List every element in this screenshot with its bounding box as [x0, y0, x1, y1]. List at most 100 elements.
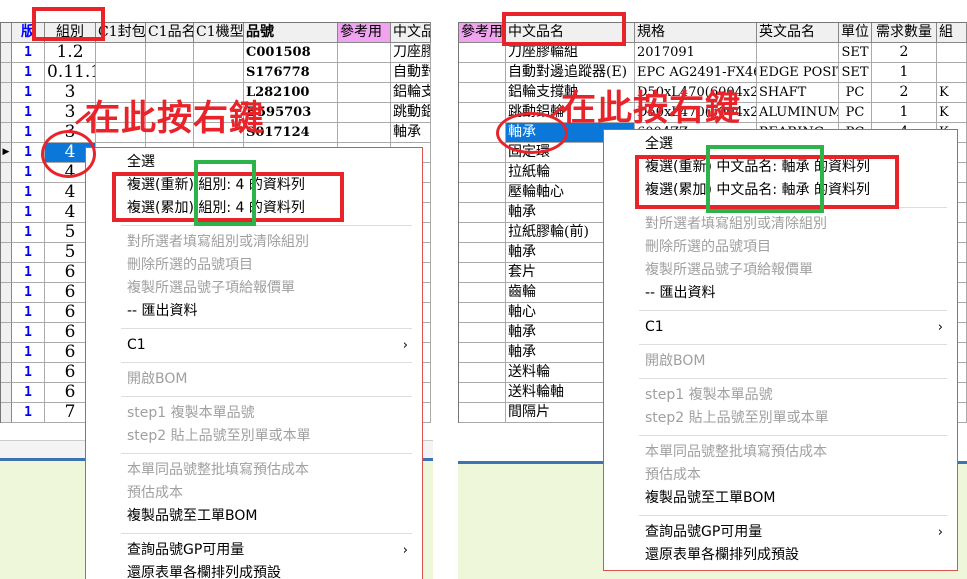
- menu-item-label: 刪除所選的品號項目: [645, 239, 771, 255]
- menu-item-label: step2 貼上品號至別單或本單: [645, 410, 829, 426]
- column-header[interactable]: 參考用: [338, 23, 391, 43]
- menu-item-label: 預估成本: [645, 467, 701, 483]
- menu-item-label: step2 貼上品號至別單或本單: [127, 428, 311, 444]
- row-selector[interactable]: [1, 303, 12, 323]
- version-cell: 1: [12, 323, 45, 343]
- menu-item: step2 貼上品號至別單或本單: [86, 425, 422, 448]
- column-header[interactable]: C1機型: [194, 23, 244, 43]
- row-header-corner: [1, 23, 12, 43]
- menu-separator: [639, 435, 947, 436]
- row-selector[interactable]: [1, 243, 12, 263]
- menu-item[interactable]: -- 匯出資料: [604, 282, 957, 305]
- menu-item[interactable]: C1 ›: [604, 316, 957, 339]
- column-header[interactable]: 英文品名: [757, 23, 839, 43]
- menu-item[interactable]: 複製品號至工單BOM: [604, 487, 957, 510]
- column-header[interactable]: 中文品: [391, 23, 431, 43]
- column-header[interactable]: 參考用: [459, 23, 506, 43]
- row-selector[interactable]: [1, 83, 12, 103]
- reference-cell: [459, 283, 506, 303]
- version-cell: 1: [12, 163, 45, 183]
- menu-separator: [121, 225, 412, 226]
- menu-item[interactable]: -- 匯出資料: [86, 300, 422, 323]
- reference-cell: [459, 343, 506, 363]
- version-cell: 1: [12, 183, 45, 203]
- highlight-box-cn-name-value: [706, 145, 824, 213]
- menu-item[interactable]: 還原表單各欄排列成預設: [604, 544, 957, 567]
- current-row-pointer-icon[interactable]: ▶: [1, 143, 12, 163]
- table-row[interactable]: 1 1.2 C001508 刀座膠: [1, 43, 431, 63]
- menu-item-label: step1 複製本單品號: [127, 405, 255, 421]
- menu-item: 本單同品號整批填寫預估成本: [86, 459, 422, 482]
- reference-cell: [459, 323, 506, 343]
- reference-cell: [459, 103, 506, 123]
- menu-item-label: 本單同品號整批填寫預估成本: [645, 444, 827, 460]
- row-selector[interactable]: [1, 163, 12, 183]
- menu-item[interactable]: C1 ›: [86, 334, 422, 357]
- row-selector[interactable]: [1, 403, 12, 423]
- highlight-box-group-value: [194, 160, 256, 226]
- english-name-cell: [757, 43, 839, 63]
- column-header[interactable]: 品號: [244, 23, 338, 43]
- c1-package-cell: [96, 63, 146, 83]
- column-header[interactable]: 需求數量: [872, 23, 937, 43]
- menu-item-label: 刪除所選的品號項目: [127, 257, 253, 273]
- menu-item: 刪除所選的品號項目: [86, 254, 422, 277]
- row-selector[interactable]: [1, 103, 12, 123]
- menu-separator: [639, 310, 947, 311]
- column-header[interactable]: 規格: [635, 23, 757, 43]
- table-row[interactable]: 10.11.12 S176778 自動對: [1, 63, 431, 83]
- row-selector[interactable]: [1, 203, 12, 223]
- version-cell: 1: [12, 403, 45, 423]
- group-cell[interactable]: 1.2: [45, 43, 96, 63]
- row-selector[interactable]: [1, 123, 12, 143]
- menu-item[interactable]: 查詢品號GP可用量 ›: [86, 539, 422, 562]
- version-cell: 1: [12, 63, 45, 83]
- c1-model-cell: [194, 63, 244, 83]
- row-selector[interactable]: [1, 183, 12, 203]
- row-selector[interactable]: [1, 383, 12, 403]
- menu-separator: [121, 533, 412, 534]
- row-selector[interactable]: [1, 343, 12, 363]
- row-selector[interactable]: [1, 283, 12, 303]
- menu-item-label: 還原表單各欄排列成預設: [645, 547, 799, 563]
- row-selector[interactable]: [1, 223, 12, 243]
- menu-separator: [639, 378, 947, 379]
- part-number-cell: C001508: [244, 43, 338, 63]
- menu-item-label: 複製品號至工單BOM: [645, 490, 776, 506]
- reference-cell: [459, 43, 506, 63]
- row-selector[interactable]: [1, 43, 12, 63]
- reference-cell: [338, 83, 391, 103]
- menu-item[interactable]: 還原表單各欄排列成預設: [86, 562, 422, 579]
- reference-cell: [459, 143, 506, 163]
- row-selector[interactable]: [1, 63, 12, 83]
- menu-item-label: -- 匯出資料: [127, 303, 198, 319]
- menu-item-label: 查詢品號GP可用量: [645, 524, 763, 540]
- menu-item-label: 複製所選品號子項給報價單: [645, 262, 813, 278]
- column-header[interactable]: 單位: [839, 23, 872, 43]
- menu-item-label: -- 匯出資料: [645, 285, 716, 301]
- menu-item: 開啟BOM: [604, 350, 957, 373]
- highlight-box-cn-name-header: [502, 12, 626, 46]
- table-row[interactable]: 刀座膠輪組 2017091 SET 2: [459, 43, 967, 63]
- menu-item[interactable]: 複製品號至工單BOM: [86, 505, 422, 528]
- column-header[interactable]: 組: [937, 23, 967, 43]
- version-cell: 1: [12, 343, 45, 363]
- english-name-cell: SHAFT: [757, 83, 839, 103]
- reference-cell: [459, 243, 506, 263]
- group-cell: K: [937, 83, 967, 103]
- row-selector[interactable]: [1, 263, 12, 283]
- unit-cell: PC: [839, 103, 872, 123]
- row-selector[interactable]: [1, 323, 12, 343]
- menu-item: 預估成本: [604, 464, 957, 487]
- row-selector[interactable]: [1, 363, 12, 383]
- version-cell: 1: [12, 123, 45, 143]
- menu-item[interactable]: 查詢品號GP可用量 ›: [604, 521, 957, 544]
- chinese-name-cell[interactable]: 刀座膠輪組: [506, 43, 635, 63]
- group-cell[interactable]: 0.11.12: [45, 63, 96, 83]
- part-number-cell: S176778: [244, 63, 338, 83]
- menu-separator: [121, 396, 412, 397]
- group-cell: [937, 43, 967, 63]
- right-screenshot-panel: 參考用 中文品名 規格 英文品名 單位 需求數量組刀座膠輪組 2017091 SET 2 自動對邊…: [458, 0, 967, 579]
- chinese-name-cell: 自動對: [391, 63, 431, 83]
- column-header[interactable]: C1品名: [146, 23, 194, 43]
